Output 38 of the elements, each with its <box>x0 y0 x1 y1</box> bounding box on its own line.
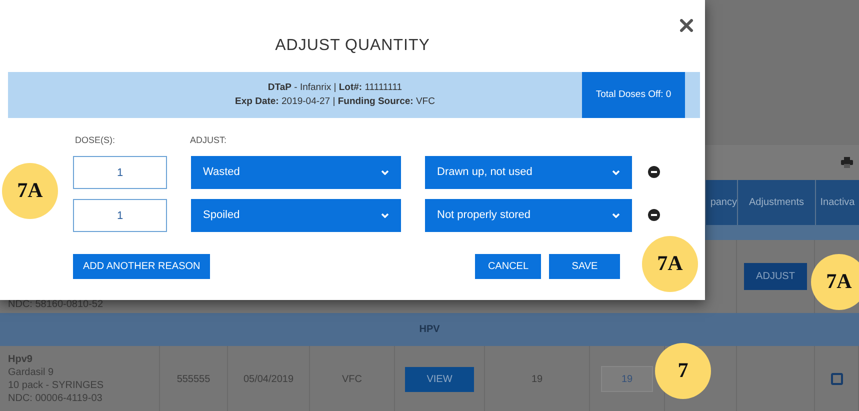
cancel-button[interactable]: CANCEL <box>475 254 542 279</box>
remove-icon[interactable] <box>648 209 660 222</box>
dose-field[interactable]: 1 <box>73 199 167 232</box>
modal-title: ADJUST QUANTITY <box>274 36 431 56</box>
group-header: HPV <box>0 313 859 346</box>
close-icon[interactable] <box>680 19 693 32</box>
table-cell-text: VFC <box>342 372 362 386</box>
reason-select[interactable]: Wasted <box>191 156 401 189</box>
column-header: Adjustments <box>737 180 815 225</box>
chevron-down-icon <box>381 170 389 175</box>
product-text: NDC: 00006-4119-03 <box>8 392 102 405</box>
dose-field[interactable]: 1 <box>73 156 167 189</box>
product-text: Hpv9 <box>8 353 32 366</box>
detail-select[interactable]: Not properly stored <box>425 199 632 232</box>
adjust-button[interactable]: ADJUST <box>744 263 807 290</box>
chevron-down-icon <box>612 213 620 218</box>
view-button[interactable]: VIEW <box>404 366 474 392</box>
table-cell-text: 555555 <box>176 372 210 386</box>
reason-select[interactable]: Spoiled <box>191 199 401 232</box>
product-text: 10 pack - SYRINGES <box>8 379 104 392</box>
table-cell-text: 19 <box>531 372 543 386</box>
info-text: Exp Date: 2019-04-27 | Funding Source: VFC <box>234 95 436 109</box>
printer-icon[interactable] <box>841 157 853 168</box>
total-doses-button[interactable]: Total Doses Off: 0 <box>582 72 685 118</box>
field-label: ADJUST: <box>190 134 227 147</box>
chevron-down-icon <box>612 170 620 175</box>
save-button[interactable]: SAVE <box>549 254 620 279</box>
add-reason-button[interactable]: ADD ANOTHER REASON <box>73 254 210 279</box>
info-text: DTaP - Infanrix | Lot#: 11111111 <box>266 80 404 95</box>
column-header: Inactiva <box>815 180 859 225</box>
product-text: Gardasil 9 <box>8 366 54 379</box>
checkbox[interactable] <box>830 373 842 385</box>
column-header: pancy <box>705 180 737 225</box>
detail-select[interactable]: Drawn up, not used <box>425 156 632 189</box>
table-cell-text: 05/04/2019 <box>243 372 294 386</box>
remove-icon[interactable] <box>648 166 660 178</box>
field-label: DOSE(S): <box>75 134 116 147</box>
chevron-down-icon <box>381 213 389 218</box>
